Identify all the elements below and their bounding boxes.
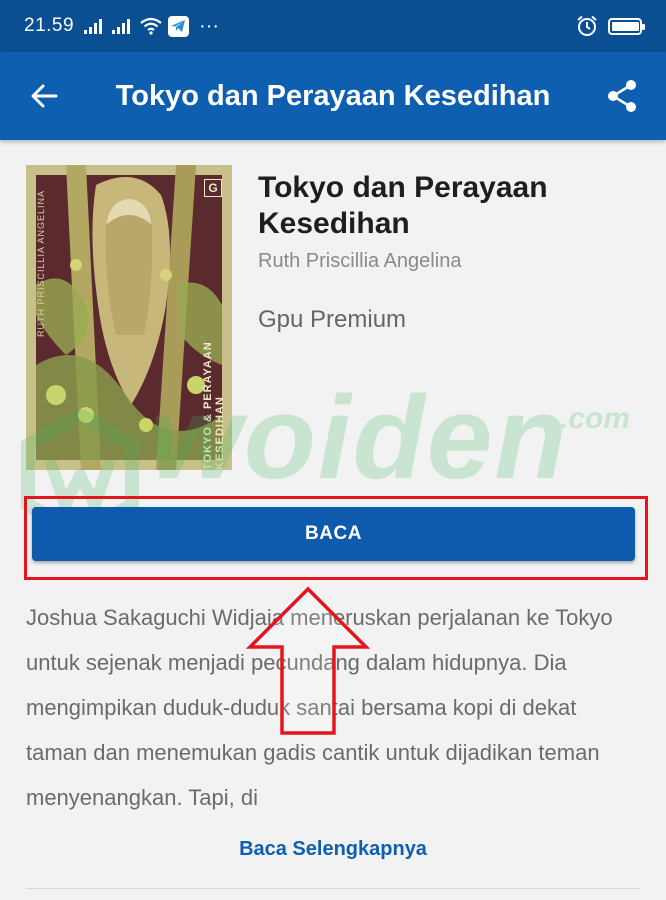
battery-icon (608, 17, 645, 35)
book-detail: RUTH PRISCILLIA ANGELINA TOKYO & PERAYAA… (0, 140, 666, 900)
highlight-box (24, 496, 648, 580)
book-category: Gpu Premium (258, 306, 407, 333)
status-time: 21.59 (24, 15, 75, 36)
book-title: Tokyo dan Perayaan Kesedihan (258, 171, 548, 240)
book-author: Ruth Priscillia Angelina (258, 250, 462, 272)
status-icons-left: ··· (84, 15, 220, 37)
alarm-icon (577, 15, 597, 36)
wifi-icon (140, 17, 162, 35)
signal-icon (112, 19, 131, 34)
up-arrow-annotation (246, 586, 370, 735)
cover-author-text: RUTH PRISCILLIA ANGELINA (36, 190, 46, 338)
status-bar: 21.59 ··· (0, 0, 666, 52)
read-more-link[interactable]: Baca Selengkapnya (0, 838, 666, 861)
status-icons-right (576, 15, 645, 37)
more-icon: ··· (199, 15, 220, 37)
signal-icon (84, 19, 103, 34)
share-icon (608, 80, 636, 112)
watermark-suffix: .com (560, 402, 631, 435)
divider (26, 888, 640, 889)
app-bar: Tokyo dan Perayaan Kesedihan (0, 52, 666, 140)
publisher-logo: G (204, 179, 222, 197)
back-button[interactable] (0, 52, 88, 140)
telegram-icon (168, 15, 190, 37)
app-bar-title: Tokyo dan Perayaan Kesedihan (115, 79, 551, 112)
book-cover[interactable]: RUTH PRISCILLIA ANGELINA TOKYO & PERAYAA… (26, 165, 232, 470)
share-button[interactable] (578, 52, 666, 140)
arrow-left-icon (31, 84, 58, 108)
cover-title-text: TOKYO & PERAYAAN KESEDIHAN (202, 341, 226, 470)
